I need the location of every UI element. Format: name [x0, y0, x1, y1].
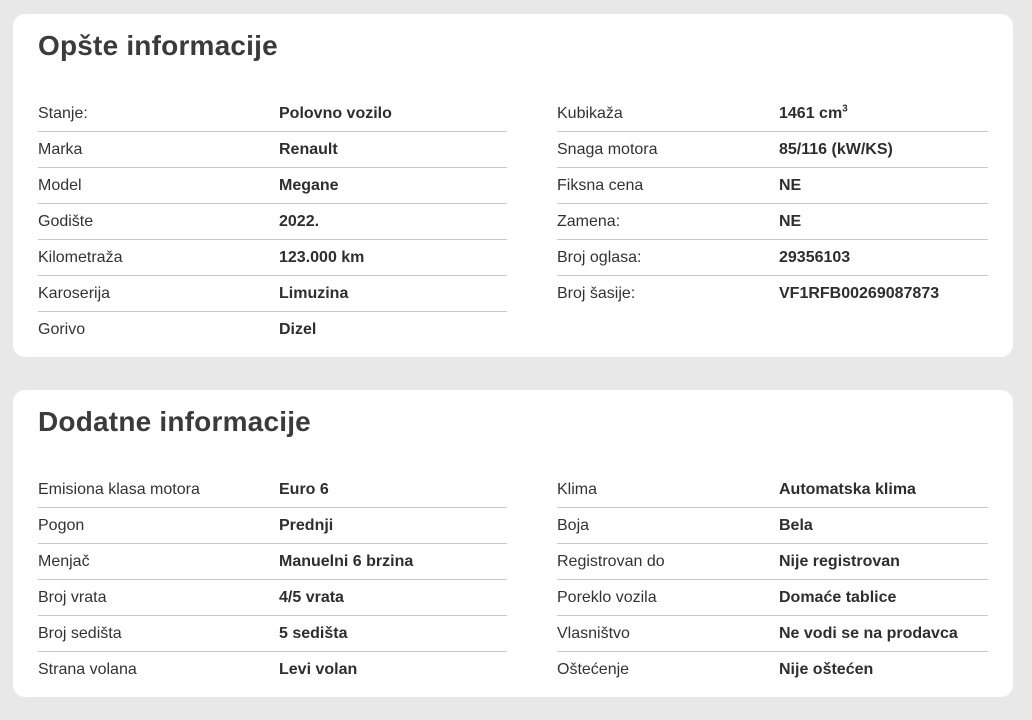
spec-row-broj-oglasa: Broj oglasa: 29356103: [557, 240, 988, 276]
spec-label: Registrovan do: [557, 552, 665, 570]
spec-value: 123.000 km: [279, 248, 365, 266]
general-info-columns: Stanje: Polovno vozilo Marka Renault Mod…: [38, 96, 988, 347]
spec-label: Snaga motora: [557, 140, 658, 158]
spec-value: 85/116 (kW/KS): [779, 140, 893, 158]
spec-value: 2022.: [279, 212, 320, 230]
spec-row-kubikaza: Kubikaža 1461 cm3: [557, 96, 988, 132]
additional-info-right-column: Klima Automatska klima Boja Bela Registr…: [557, 472, 988, 687]
spec-value: Limuzina: [279, 284, 349, 302]
spec-row-registrovan-do: Registrovan do Nije registrovan: [557, 544, 988, 580]
spec-label: Klima: [557, 480, 598, 498]
spec-row-gorivo: Gorivo Dizel: [38, 312, 507, 347]
spec-row-ostecenje: Oštećenje Nije oštećen: [557, 652, 988, 687]
spec-value: 1461 cm: [779, 104, 843, 122]
spec-row-pogon: Pogon Prednji: [38, 508, 507, 544]
spec-value-with-unit: 1461 cm3: [779, 103, 848, 123]
spec-value: 4/5 vrata: [279, 588, 344, 606]
spec-value: NE: [779, 212, 802, 230]
spec-label: Gorivo: [38, 320, 86, 338]
spec-label: Pogon: [38, 516, 85, 534]
spec-value: Nije registrovan: [779, 552, 900, 570]
spec-row-stanje: Stanje: Polovno vozilo: [38, 96, 507, 132]
general-info-card: Opšte informacije Stanje: Polovno vozilo…: [13, 14, 1013, 357]
spec-row-broj-sedista: Broj sedišta 5 sedišta: [38, 616, 507, 652]
spec-row-poreklo-vozila: Poreklo vozila Domaće tablice: [557, 580, 988, 616]
spec-value: Renault: [279, 140, 338, 158]
spec-value: Dizel: [279, 320, 317, 338]
spec-row-klima: Klima Automatska klima: [557, 472, 988, 508]
spec-label: Karoserija: [38, 284, 111, 302]
spec-row-emisiona-klasa: Emisiona klasa motora Euro 6: [38, 472, 507, 508]
spec-label: Kilometraža: [38, 248, 123, 266]
spec-label: Menjač: [38, 552, 90, 570]
spec-label: Marka: [38, 140, 83, 158]
spec-label: Model: [38, 176, 82, 194]
spec-value: VF1RFB00269087873: [779, 284, 940, 302]
spec-value: Prednji: [279, 516, 334, 534]
spec-value: Nije oštećen: [779, 660, 874, 678]
spec-label: Vlasništvo: [557, 624, 630, 642]
general-info-right-column: Kubikaža 1461 cm3 Snaga motora 85/116 (k…: [557, 96, 988, 347]
spec-row-boja: Boja Bela: [557, 508, 988, 544]
spec-row-karoserija: Karoserija Limuzina: [38, 276, 507, 312]
spec-value: Ne vodi se na prodavca: [779, 624, 958, 642]
spec-value: Bela: [779, 516, 813, 534]
spec-label: Strana volana: [38, 660, 137, 678]
spec-row-strana-volana: Strana volana Levi volan: [38, 652, 507, 687]
spec-label: Boja: [557, 516, 590, 534]
general-info-title: Opšte informacije: [38, 30, 278, 61]
spec-value: Megane: [279, 176, 339, 194]
spec-row-zamena: Zamena: NE: [557, 204, 988, 240]
spec-value: Levi volan: [279, 660, 358, 678]
spec-row-marka: Marka Renault: [38, 132, 507, 168]
spec-row-broj-vrata: Broj vrata 4/5 vrata: [38, 580, 507, 616]
spec-value: 29356103: [779, 248, 851, 266]
spec-label: Godište: [38, 212, 94, 230]
spec-label: Poreklo vozila: [557, 588, 657, 606]
spec-label: Kubikaža: [557, 104, 623, 122]
unit-superscript: 3: [842, 103, 848, 115]
spec-row-menjac: Menjač Manuelni 6 brzina: [38, 544, 507, 580]
spec-value: Polovno vozilo: [279, 104, 392, 122]
spec-row-fiksna-cena: Fiksna cena NE: [557, 168, 988, 204]
spec-label: Fiksna cena: [557, 176, 644, 194]
general-info-left-column: Stanje: Polovno vozilo Marka Renault Mod…: [38, 96, 507, 347]
spec-label: Oštećenje: [557, 660, 630, 678]
additional-info-left-column: Emisiona klasa motora Euro 6 Pogon Predn…: [38, 472, 507, 687]
spec-value: Automatska klima: [779, 480, 916, 498]
spec-row-kilometraza: Kilometraža 123.000 km: [38, 240, 507, 276]
spec-value: Manuelni 6 brzina: [279, 552, 414, 570]
spec-row-snaga-motora: Snaga motora 85/116 (kW/KS): [557, 132, 988, 168]
spec-value: NE: [779, 176, 802, 194]
spec-value: Euro 6: [279, 480, 329, 498]
spec-label: Stanje:: [38, 104, 88, 122]
spec-row-broj-sasije: Broj šasije: VF1RFB00269087873: [557, 276, 988, 311]
spec-label: Broj šasije:: [557, 284, 636, 302]
additional-info-card: Dodatne informacije Emisiona klasa motor…: [13, 390, 1013, 697]
additional-info-title: Dodatne informacije: [38, 406, 311, 437]
spec-label: Broj oglasa:: [557, 248, 642, 266]
spec-value: 5 sedišta: [279, 624, 348, 642]
spec-row-godiste: Godište 2022.: [38, 204, 507, 240]
additional-info-columns: Emisiona klasa motora Euro 6 Pogon Predn…: [38, 472, 988, 687]
spec-label: Broj sedišta: [38, 624, 122, 642]
spec-label: Broj vrata: [38, 588, 107, 606]
spec-row-model: Model Megane: [38, 168, 507, 204]
spec-value: Domaće tablice: [779, 588, 897, 606]
spec-label: Zamena:: [557, 212, 621, 230]
spec-row-vlasnistvo: Vlasništvo Ne vodi se na prodavca: [557, 616, 988, 652]
spec-label: Emisiona klasa motora: [38, 480, 200, 498]
